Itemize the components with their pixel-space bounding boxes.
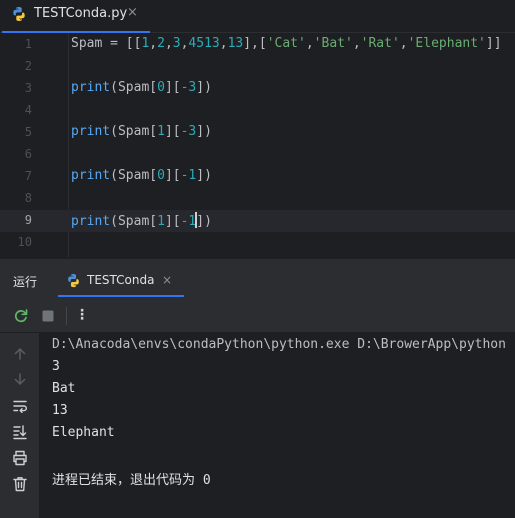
line-number: 4 (24, 103, 32, 117)
active-run-tab-indicator (58, 295, 184, 297)
scroll-to-end-icon[interactable] (11, 423, 29, 441)
close-icon[interactable]: × (162, 273, 172, 287)
code-line-current[interactable]: 9 print(Spam[1][-1]) (0, 210, 515, 232)
line-number: 9 (24, 213, 32, 227)
code-line[interactable]: 10 (0, 232, 515, 254)
editor-tab-label: TESTConda.py (34, 6, 128, 21)
console-line-command: D:\Anacoda\envs\condaPython\python.exe D… (52, 337, 506, 352)
code-text: print(Spam[0][-1]) (71, 168, 212, 183)
code-editor[interactable]: 1 Spam = [[1,2,3,4513,13],['Cat','Bat','R… (0, 33, 515, 257)
code-text: Spam = [[1,2,3,4513,13],['Cat','Bat','Ra… (71, 36, 502, 51)
editor-tab-testconda[interactable]: TESTConda.py × (0, 0, 150, 34)
console-line: 3 (52, 359, 60, 374)
code-line[interactable]: 3 print(Spam[0][-3]) (0, 78, 515, 100)
python-file-icon (13, 7, 25, 21)
arrow-down-icon[interactable] (11, 370, 29, 388)
code-line[interactable]: 1 Spam = [[1,2,3,4513,13],['Cat','Bat','R… (0, 34, 515, 56)
run-tab-testconda[interactable]: TESTConda × (58, 267, 184, 299)
editor-tab-bar: TESTConda.py × (0, 0, 515, 34)
toolbar-separator (66, 307, 67, 325)
run-toolbar: ⋮ (0, 299, 515, 333)
console-output[interactable]: D:\Anacoda\envs\condaPython\python.exe D… (41, 333, 515, 518)
code-text: print(Spam[1][-3]) (71, 124, 212, 139)
line-number: 7 (24, 169, 32, 183)
line-number: 2 (24, 59, 32, 73)
more-options-icon[interactable]: ⋮ (75, 307, 89, 323)
line-number: 8 (24, 191, 32, 205)
python-run-config-icon (68, 273, 79, 288)
run-panel-title: 运行 (13, 275, 38, 289)
code-line[interactable]: 8 (0, 188, 515, 210)
console-line: Elephant (52, 425, 115, 440)
run-tab-label: TESTConda (87, 273, 155, 287)
code-line[interactable]: 6 (0, 144, 515, 166)
code-line[interactable]: 4 (0, 100, 515, 122)
run-tool-window-header: 运行 TESTConda × (0, 258, 515, 299)
console-line: 13 (52, 403, 68, 418)
code-text: print(Spam[1][-1]) (71, 212, 212, 229)
line-number: 6 (24, 147, 32, 161)
arrow-up-icon[interactable] (11, 345, 29, 363)
soft-wrap-icon[interactable] (11, 397, 29, 415)
close-icon[interactable]: × (127, 5, 138, 20)
code-line[interactable]: 2 (0, 56, 515, 78)
line-number: 10 (17, 235, 32, 249)
line-number: 5 (24, 125, 32, 139)
console-line-exit-status: 进程已结束，退出代码为 0 (52, 473, 211, 488)
code-text: print(Spam[0][-3]) (71, 80, 212, 95)
code-line[interactable]: 7 print(Spam[0][-1]) (0, 166, 515, 188)
console-line: Bat (52, 381, 76, 396)
print-icon[interactable] (11, 449, 29, 467)
rerun-icon[interactable] (12, 307, 30, 325)
trash-icon[interactable] (11, 475, 29, 493)
stop-icon[interactable] (39, 307, 57, 325)
line-number: 1 (24, 37, 32, 51)
run-side-toolbar (0, 333, 40, 518)
code-line[interactable]: 5 print(Spam[1][-3]) (0, 122, 515, 144)
line-number: 3 (24, 81, 32, 95)
